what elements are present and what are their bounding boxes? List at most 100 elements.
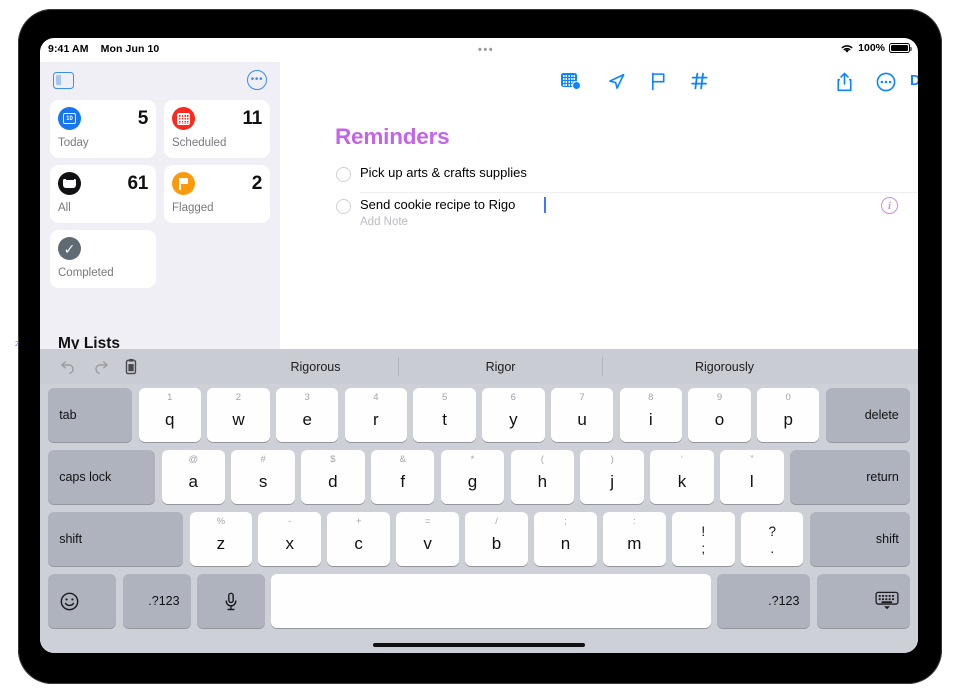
key-space[interactable]	[271, 574, 712, 628]
sidebar-more-icon[interactable]: •••	[247, 70, 267, 90]
undo-icon[interactable]	[60, 359, 77, 374]
key-exclamation-semicolon[interactable]: !;	[672, 512, 735, 566]
flag-icon	[172, 172, 195, 195]
key-x[interactable]: -x	[258, 512, 322, 566]
unchecked-circle-icon[interactable]	[336, 199, 351, 214]
key-numbers-right[interactable]: .?123	[717, 574, 811, 628]
smart-list-card-completed[interactable]: ✓ Completed	[50, 230, 156, 288]
smart-list-card-flagged[interactable]: 2 Flagged	[164, 165, 270, 223]
edge-marker: 2	[15, 341, 19, 348]
page-title: Reminders	[335, 124, 450, 149]
main-toolbar: Done	[280, 62, 918, 104]
card-label: Scheduled	[172, 137, 227, 149]
status-bar-right: 100%	[840, 42, 912, 54]
smart-list-card-scheduled[interactable]: 11 Scheduled	[164, 100, 270, 158]
key-dictation[interactable]	[196, 574, 265, 628]
key-i[interactable]: 8i	[619, 388, 682, 442]
key-o[interactable]: 9o	[688, 388, 751, 442]
key-f[interactable]: & f	[371, 450, 435, 504]
multitask-dots-icon[interactable]: •••	[478, 45, 494, 56]
key-n[interactable]: ; n	[534, 512, 597, 566]
reminder-row[interactable]: Pick up arts & crafts supplies	[280, 160, 918, 192]
card-count: 2	[251, 172, 263, 194]
info-circle-icon[interactable]: i	[881, 197, 898, 214]
key-numbers-left[interactable]: .?123	[122, 574, 191, 628]
emoji-icon	[60, 592, 79, 610]
paste-icon[interactable]	[124, 358, 139, 375]
ipad-device-frame: 9:41 AM Mon Jun 10 ••• 100% ••• 10 5 Tod…	[18, 9, 942, 684]
key-s[interactable]: # s	[231, 450, 295, 504]
key-h[interactable]: (h	[510, 450, 575, 504]
key-delete[interactable]: delete	[825, 388, 910, 442]
unchecked-circle-icon[interactable]	[336, 167, 351, 182]
calendar-day-icon: 10	[58, 107, 81, 130]
suggestion-1[interactable]: Rigor	[399, 349, 602, 384]
key-tab[interactable]: tab	[48, 388, 133, 442]
key-return[interactable]: return	[789, 450, 910, 504]
battery-percent: 100%	[858, 42, 885, 54]
key-caps-lock[interactable]: caps lock	[48, 450, 156, 504]
hashtag-icon[interactable]	[691, 72, 709, 90]
status-bar: 9:41 AM Mon Jun 10 ••• 100%	[40, 38, 918, 62]
smart-list-card-all[interactable]: 61 All	[50, 165, 156, 223]
smart-list-card-today[interactable]: 10 5 Today	[50, 100, 156, 158]
more-circle-icon[interactable]	[876, 72, 896, 92]
redo-icon[interactable]	[92, 359, 109, 374]
location-arrow-icon[interactable]	[607, 72, 626, 91]
key-q[interactable]: 1q	[138, 388, 201, 442]
key-v[interactable]: = v	[396, 512, 459, 566]
key-shift-left[interactable]: shift	[48, 512, 184, 566]
reminders-list: Pick up arts & crafts supplies Send cook…	[280, 160, 918, 240]
key-j[interactable]: ) j	[580, 450, 644, 504]
text-cursor	[544, 197, 546, 213]
key-hide-keyboard[interactable]	[816, 574, 910, 628]
key-e[interactable]: 3e	[276, 388, 339, 442]
reminder-row[interactable]: Send cookie recipe to Rigo Add Note i	[280, 192, 918, 240]
key-k[interactable]: ‘k	[650, 450, 714, 504]
status-time: 9:41 AM	[48, 43, 89, 55]
calendar-icon	[172, 107, 195, 130]
key-c[interactable]: + c	[327, 512, 390, 566]
keyboard-row-2: caps lock @ a # s $ d & f * g (h ) j ‘k ” l ret…	[40, 446, 918, 508]
suggestion-0[interactable]: Rigorous	[233, 349, 398, 384]
date-badge-icon[interactable]	[561, 72, 581, 90]
wifi-icon	[841, 44, 853, 53]
key-l[interactable]: ” l	[720, 450, 784, 504]
done-button[interactable]: Done	[910, 73, 918, 89]
keyboard-row-4: .?123 .?123	[40, 570, 918, 632]
keyboard-tools	[60, 349, 139, 384]
reminder-title[interactable]: Pick up arts & crafts supplies	[360, 165, 527, 180]
key-u[interactable]: 7u	[550, 388, 614, 442]
card-label: All	[58, 202, 71, 214]
key-emoji[interactable]	[48, 574, 117, 628]
ipad-screen: 9:41 AM Mon Jun 10 ••• 100% ••• 10 5 Tod…	[40, 38, 918, 653]
key-shift-right[interactable]: shift	[809, 512, 910, 566]
key-a[interactable]: @ a	[161, 450, 225, 504]
status-date: Mon Jun 10	[100, 43, 160, 55]
suggestion-2[interactable]: Rigorously	[603, 349, 846, 384]
keyboard-row-3: shift % z -x + c = v / b ; n :m !; ?. shift	[40, 508, 918, 570]
card-count: 11	[242, 107, 263, 129]
key-w[interactable]: 2w	[207, 388, 270, 442]
hide-keyboard-icon	[875, 591, 899, 610]
key-y[interactable]: 6y	[482, 388, 545, 442]
key-t[interactable]: 5t	[413, 388, 476, 442]
flag-outline-icon[interactable]	[650, 72, 667, 91]
key-z[interactable]: % z	[189, 512, 253, 566]
sidebar-toggle-icon[interactable]	[53, 72, 74, 89]
add-note-placeholder[interactable]: Add Note	[360, 216, 408, 228]
card-label: Completed	[58, 267, 114, 279]
sidebar-toolbar: •••	[40, 62, 280, 100]
key-p[interactable]: 0p	[757, 388, 820, 442]
card-count: 5	[137, 107, 149, 129]
key-g[interactable]: * g	[440, 450, 505, 504]
key-m[interactable]: :m	[603, 512, 666, 566]
key-d[interactable]: $ d	[301, 450, 365, 504]
share-icon[interactable]	[836, 72, 853, 92]
reminder-title[interactable]: Send cookie recipe to Rigo	[360, 197, 515, 212]
key-b[interactable]: / b	[465, 512, 528, 566]
card-label: Flagged	[172, 202, 214, 214]
key-r[interactable]: 4r	[344, 388, 408, 442]
card-label: Today	[58, 137, 89, 149]
key-question-period[interactable]: ?.	[740, 512, 804, 566]
